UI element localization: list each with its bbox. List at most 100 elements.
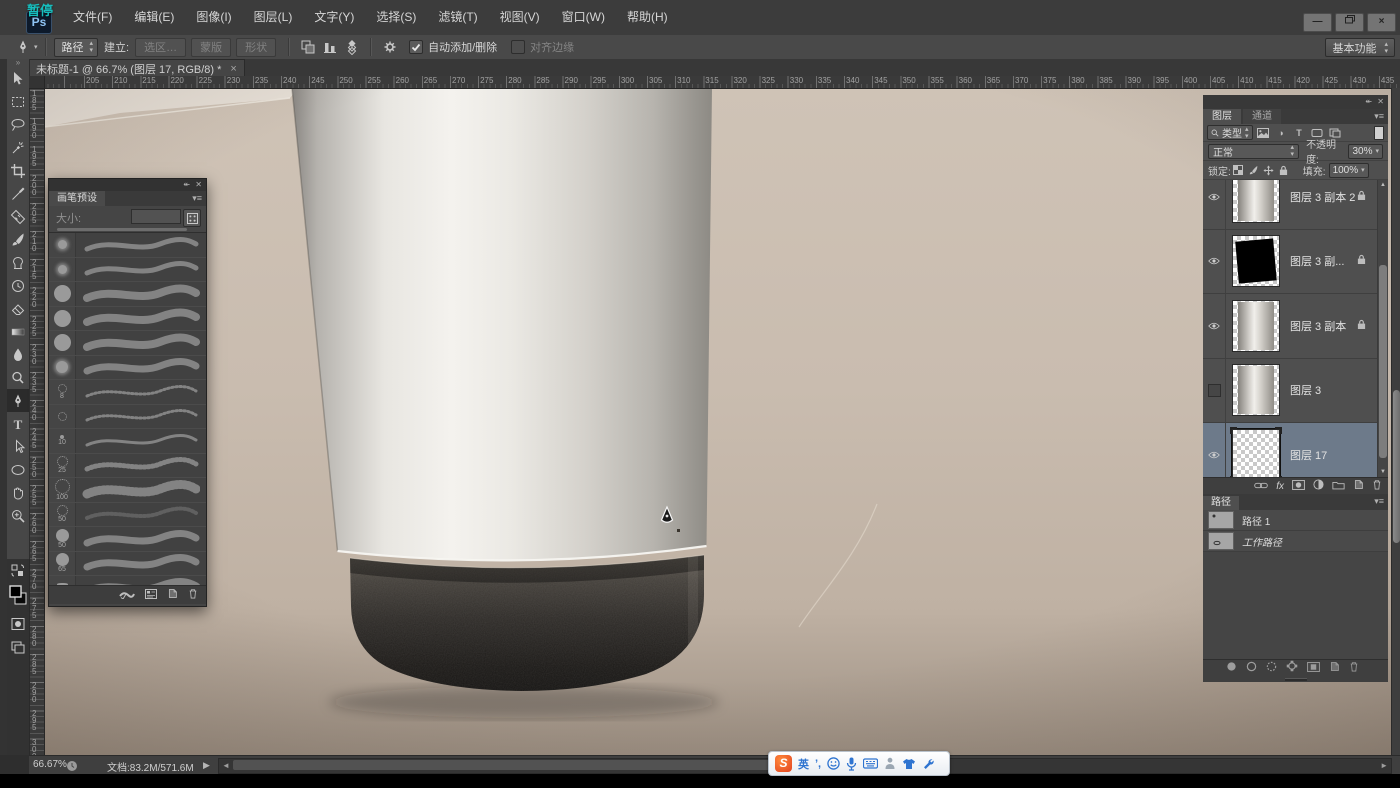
marquee-tool-button[interactable] [7,90,29,113]
clone-stamp-tool-button[interactable] [7,251,29,274]
path-name[interactable]: 路径 1 [1242,513,1270,528]
lock-transparency-icon[interactable] [1232,164,1245,177]
keyboard-icon[interactable] [863,758,878,769]
close-panel-icon[interactable]: ✕ [195,180,202,189]
minimize-button[interactable]: — [1303,13,1332,32]
ime-punctuation-toggle[interactable]: ’, [815,758,821,770]
close-tab-icon[interactable]: × [230,63,236,75]
layers-scrollbar[interactable]: ▲ ▼ [1377,180,1388,477]
sogou-logo-icon[interactable]: S [775,755,792,772]
scroll-left-icon[interactable]: ◄ [222,761,230,770]
menu-item-4[interactable]: 文字(Y) [303,0,365,35]
add-mask-icon[interactable] [1307,659,1320,677]
layer-name[interactable]: 图层 17 [1290,447,1327,463]
fill-value[interactable]: 100%▾ [1329,163,1369,178]
layer-filter-select[interactable]: 类型▴▾ [1207,125,1253,140]
canvas-area[interactable] [44,88,1400,755]
magic-wand-tool-button[interactable] [7,136,29,159]
stroke-path-icon[interactable] [1246,659,1257,677]
brush-preset-row[interactable]: 8 [49,380,206,405]
move-tool-button[interactable] [7,67,29,90]
path-row-工作路径[interactable]: 工作路径 [1203,531,1388,552]
menu-item-5[interactable]: 选择(S) [365,0,427,35]
healing-brush-tool-button[interactable] [7,205,29,228]
pen-tool-button[interactable] [7,389,29,412]
skin-icon[interactable] [902,758,916,770]
layer-name[interactable]: 图层 3 副本 2 [1290,189,1355,205]
gradient-tool-button[interactable] [7,320,29,343]
path-operations-icon[interactable] [297,38,319,56]
crop-tool-button[interactable] [7,159,29,182]
layer-row-图层 3 副...[interactable]: 图层 3 副... [1203,230,1388,295]
path-select-tool-button[interactable] [7,435,29,458]
link-layers-icon[interactable] [1254,477,1268,495]
brush-preset-row[interactable]: 65 [49,552,206,577]
lock-all-icon[interactable] [1277,164,1290,177]
canvas-vertical-scrollbar[interactable] [1391,88,1400,755]
auto-add-delete-checkbox[interactable] [409,40,423,54]
layer-row-图层 3 副本[interactable]: 图层 3 副本 [1203,294,1388,359]
blur-tool-button[interactable] [7,343,29,366]
layer-name[interactable]: 图层 3 副本 [1290,318,1346,334]
add-layer-mask-icon[interactable] [1292,477,1305,495]
layer-visibility-eye-icon[interactable] [1203,294,1226,358]
blend-mode-select[interactable]: 正常▴▾ [1208,144,1299,159]
quick-mask-icon[interactable] [7,612,29,635]
new-path-icon[interactable] [1329,659,1340,677]
layer-thumbnail[interactable] [1232,180,1280,223]
swap-colors-icon[interactable] [7,559,29,582]
zoom-level-field[interactable]: 66.67% [33,759,67,770]
hand-tool-button[interactable] [7,481,29,504]
scroll-right-icon[interactable]: ► [1380,761,1388,770]
layer-group-icon[interactable] [1332,477,1345,495]
brush-stroke-toggle-icon[interactable] [119,586,135,604]
filter-adjustment-layers-icon[interactable]: ◑ [1274,126,1289,139]
layer-name[interactable]: 图层 3 [1290,382,1321,398]
zoom-tool-button[interactable] [7,504,29,527]
brush-size-slider[interactable] [57,228,187,231]
lock-pixels-icon[interactable] [1247,164,1260,177]
layer-visibility-eye-icon[interactable] [1203,423,1226,477]
path-name[interactable]: 工作路径 [1242,534,1282,549]
layer-thumbnail[interactable] [1232,235,1280,287]
hscroll-thumb[interactable] [233,760,773,770]
shape-tool-button[interactable] [7,458,29,481]
tab-paths[interactable]: 路径 [1203,496,1239,510]
foreground-background-swatches[interactable] [7,582,29,612]
tab-brush-presets[interactable]: 画笔预设 [49,191,105,206]
close-button[interactable]: × [1367,13,1396,32]
brush-preset-row[interactable]: 100 [49,478,206,503]
delete-layer-icon[interactable] [1372,477,1382,495]
close-panel-icon[interactable]: ✕ [1377,97,1384,106]
status-flyout-icon[interactable]: ▶ [203,760,210,771]
make-work-path-icon[interactable] [1286,659,1298,677]
layer-name[interactable]: 图层 3 副... [1290,253,1344,269]
toolbar-collapse-icon[interactable]: » [7,59,29,67]
scroll-down-icon[interactable]: ▼ [1379,469,1387,475]
collapse-panel-icon[interactable]: ↞ [1365,97,1372,106]
menu-item-8[interactable]: 窗口(W) [551,0,616,35]
workspace-switcher-button[interactable]: 基本功能▴▾ [1325,38,1395,57]
make-mask-button[interactable]: 蒙版 [191,38,231,57]
brush-tool-button[interactable] [7,228,29,251]
vscroll-thumb[interactable] [1393,390,1400,543]
filter-type-layers-icon[interactable]: T [1292,126,1307,139]
ime-language-toggle[interactable]: 英 [798,756,809,772]
adjustment-layer-icon[interactable] [1313,477,1324,495]
align-edges-checkbox[interactable] [511,40,525,54]
delete-brush-icon[interactable] [188,586,198,604]
collapse-panel-icon[interactable]: ↞ [183,180,190,189]
layer-visibility-empty[interactable] [1203,359,1226,423]
history-brush-tool-button[interactable] [7,274,29,297]
fill-path-icon[interactable] [1226,659,1237,677]
pen-tool-icon[interactable] [12,38,34,56]
path-alignment-icon[interactable] [319,38,341,56]
layer-row-图层 17[interactable]: 图层 17 [1203,423,1388,477]
opacity-value[interactable]: 30%▾ [1348,144,1383,159]
load-path-as-selection-icon[interactable] [1266,659,1277,677]
menu-item-1[interactable]: 编辑(E) [123,0,185,35]
brush-preset-row[interactable] [49,331,206,356]
filter-on-off-toggle[interactable] [1374,126,1384,140]
menu-item-0[interactable]: 文件(F) [62,0,123,35]
tab-channels[interactable]: 通道 [1243,109,1281,124]
